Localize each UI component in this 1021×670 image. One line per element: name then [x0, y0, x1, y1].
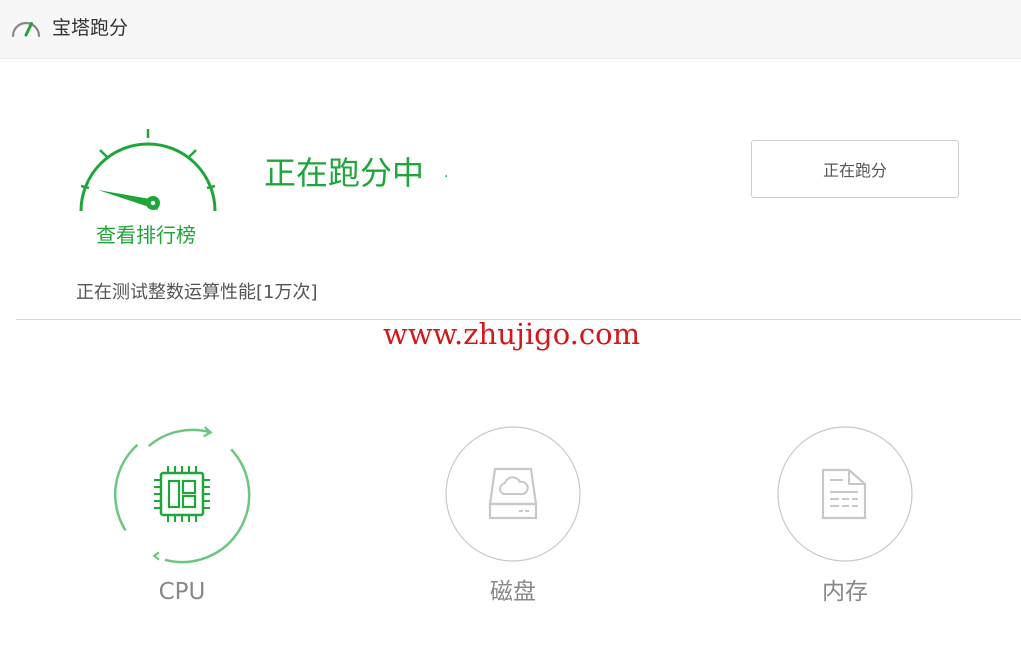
window-title: 宝塔跑分 — [52, 17, 129, 39]
view-ranking-link[interactable]: 查看排行榜 — [96, 221, 196, 249]
memory-module[interactable]: 内存 — [775, 424, 915, 614]
benchmark-status-title: 正在跑分中 — [264, 154, 425, 192]
running-benchmark-button[interactable]: 正在跑分 — [751, 140, 959, 198]
title-bar: 宝塔跑分 — [0, 0, 1021, 59]
loading-dot: · — [444, 169, 449, 185]
cpu-module-label: CPU — [158, 579, 206, 605]
current-test-info: 正在测试整数运算性能[1万次] — [76, 282, 318, 303]
speedometer-icon — [11, 21, 41, 38]
disk-module-circle — [445, 426, 581, 562]
benchmark-page: 宝塔跑分 查看排行榜 正在跑分中 · 正在跑分 正在测试整数运算性能[1万次] … — [0, 0, 1021, 670]
speedometer-gauge-icon[interactable] — [74, 124, 222, 214]
disk-module[interactable]: 磁盘 — [443, 424, 583, 614]
memory-document-icon — [821, 468, 867, 520]
disk-module-label: 磁盘 — [490, 579, 536, 605]
memory-module-label: 内存 — [822, 579, 868, 605]
disk-drive-icon — [488, 467, 538, 520]
cpu-module[interactable]: CPU — [112, 424, 252, 614]
memory-module-circle — [777, 426, 913, 562]
cpu-progress-ring — [113, 426, 251, 564]
cpu-chip-icon — [154, 466, 210, 522]
site-watermark: www.zhujigo.com — [383, 317, 641, 351]
